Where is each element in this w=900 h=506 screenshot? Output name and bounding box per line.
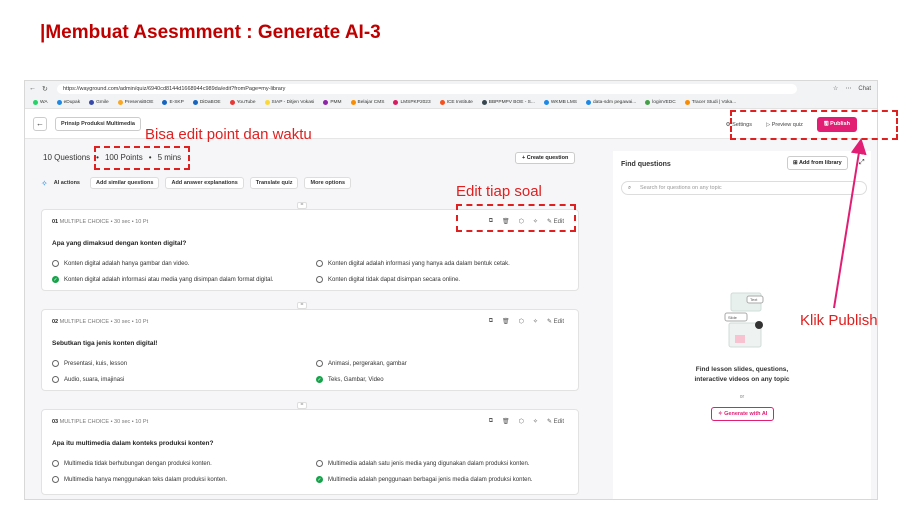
arrow-overlay: [833, 138, 867, 309]
pointer-arrow: [833, 138, 867, 309]
